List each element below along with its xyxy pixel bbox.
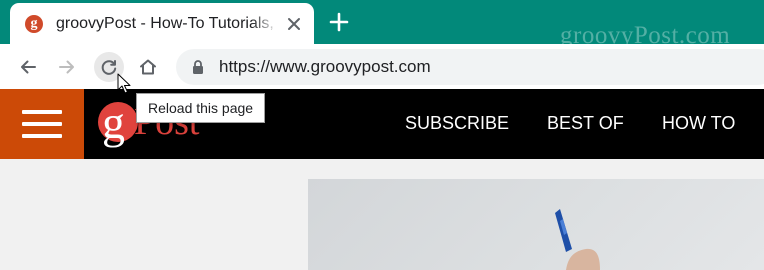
back-button[interactable]	[13, 52, 43, 82]
close-icon[interactable]	[286, 16, 302, 32]
browser-toolbar: https://www.groovypost.com	[0, 44, 764, 89]
forward-icon	[59, 60, 74, 74]
cursor-icon	[117, 73, 131, 94]
nav-item-best-of[interactable]: BEST OF	[547, 113, 624, 134]
hero-image[interactable]	[308, 179, 764, 270]
browser-tab[interactable]: g groovyPost - How-To Tutorials, Re	[10, 3, 314, 44]
back-icon	[21, 60, 36, 74]
reload-icon	[101, 60, 117, 75]
site-navbar: g Post SUBSCRIBE BEST OF HOW TO	[0, 89, 764, 159]
plus-icon[interactable]	[328, 11, 350, 33]
nav-item-how-to[interactable]: HOW TO	[662, 113, 735, 134]
page-content	[0, 159, 764, 270]
url-text[interactable]: https://www.groovypost.com	[219, 57, 431, 77]
pen-in-hand-illustration	[555, 209, 600, 270]
site-favicon-icon: g	[25, 15, 43, 33]
tab-title: groovyPost - How-To Tutorials, Re	[56, 15, 278, 32]
logo-letter: g	[102, 97, 125, 148]
lock-icon[interactable]	[192, 60, 204, 74]
forward-button[interactable]	[52, 52, 82, 82]
reload-tooltip: Reload this page	[136, 93, 266, 123]
home-button[interactable]	[133, 52, 163, 82]
home-icon	[140, 59, 156, 75]
hamburger-menu-button[interactable]	[0, 89, 84, 159]
address-bar[interactable]: https://www.groovypost.com	[176, 49, 764, 85]
tab-strip: g groovyPost - How-To Tutorials, Re groo…	[0, 0, 764, 49]
nav-item-subscribe[interactable]: SUBSCRIBE	[405, 113, 509, 134]
logo-g-icon: g	[98, 97, 138, 148]
